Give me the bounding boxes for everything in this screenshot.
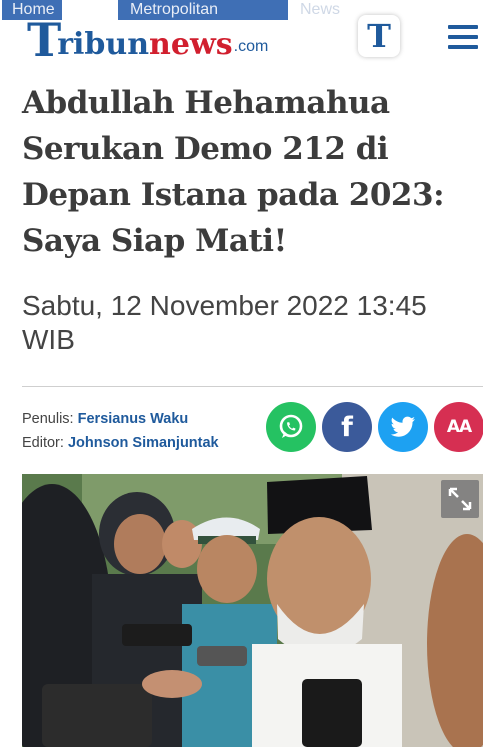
article-photo[interactable] xyxy=(22,474,483,747)
tribunnews-logo[interactable]: T ribun news .com xyxy=(27,13,268,63)
font-size-icon: AA xyxy=(446,417,472,437)
expand-photo-button[interactable] xyxy=(441,480,479,518)
app-icon-letter: T xyxy=(367,17,391,55)
divider xyxy=(22,386,483,387)
facebook-icon: f xyxy=(341,411,353,443)
writer-line: Penulis: Fersianus Waku xyxy=(22,407,219,431)
logo-letter-t: T xyxy=(27,13,62,67)
article-credits: Penulis: Fersianus Waku Editor: Johnson … xyxy=(22,407,219,455)
editor-line: Editor: Johnson Simanjuntak xyxy=(22,431,219,455)
article-title: Abdullah Hehamahua Serukan Demo 212 di D… xyxy=(22,85,445,259)
whatsapp-icon xyxy=(279,414,303,438)
editor-label: Editor: xyxy=(22,435,64,451)
expand-icon xyxy=(448,487,472,511)
twitter-icon xyxy=(390,416,415,437)
app-icon-button[interactable]: T xyxy=(358,15,400,57)
share-twitter-button[interactable] xyxy=(378,402,428,452)
article-photo-image xyxy=(22,474,483,747)
font-size-button[interactable]: AA xyxy=(434,402,483,452)
hamburger-menu-icon[interactable] xyxy=(448,25,478,49)
editor-link[interactable]: Johnson Simanjuntak xyxy=(68,435,219,451)
logo-ribun: ribun xyxy=(57,27,150,62)
writer-label: Penulis: xyxy=(22,411,74,427)
site-header: Home Metropolitan News T ribun news .com… xyxy=(0,0,483,78)
logo-news: news xyxy=(149,27,233,62)
writer-link[interactable]: Fersianus Waku xyxy=(78,411,189,427)
share-facebook-button[interactable]: f xyxy=(322,402,372,452)
article-date: Sabtu, 12 November 2022 13:45 WIB xyxy=(22,290,427,355)
logo-com: .com xyxy=(233,38,269,55)
share-whatsapp-button[interactable] xyxy=(266,402,316,452)
breadcrumb-news[interactable]: News xyxy=(300,0,340,20)
